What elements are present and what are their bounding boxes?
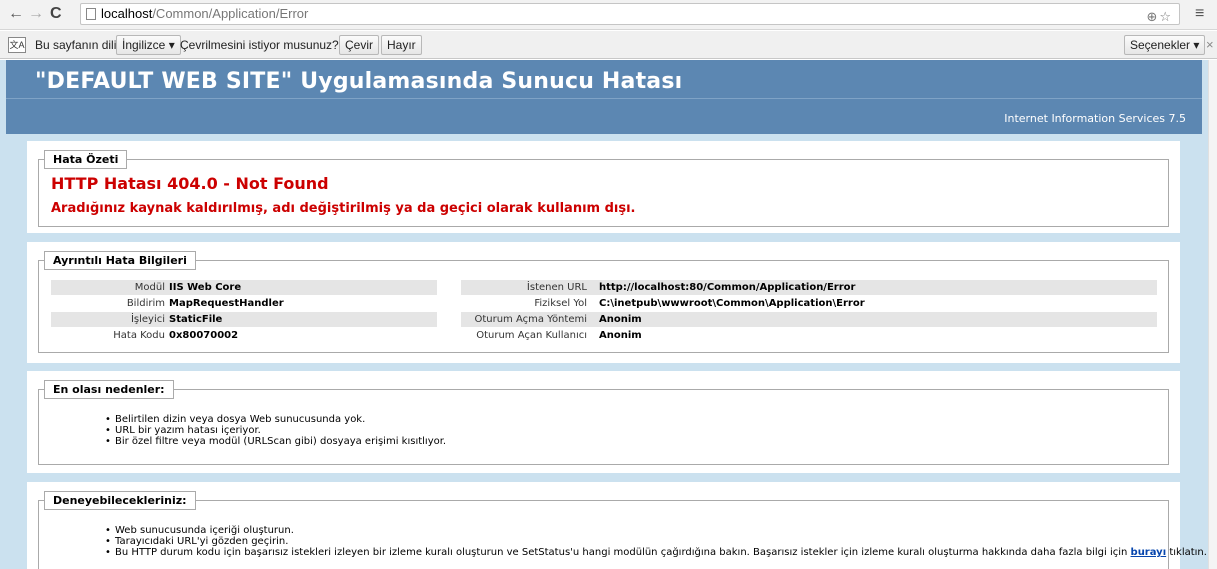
detail-row: Modül IIS Web Core bbox=[51, 280, 437, 295]
detail-label: Oturum Açma Yöntemi bbox=[474, 314, 587, 325]
url-path: /Common/Application/Error bbox=[152, 6, 309, 21]
detail-label: Oturum Açan Kullanıcı bbox=[476, 330, 587, 341]
vertical-scrollbar[interactable] bbox=[1208, 60, 1217, 569]
page-header: "DEFAULT WEB SITE" Uygulamasında Sunucu … bbox=[6, 60, 1202, 134]
list-item-text: Bu HTTP durum kodu için başarısız istekl… bbox=[115, 547, 1128, 558]
list-item: Bu HTTP durum kodu için başarısız istekl… bbox=[105, 547, 1207, 558]
reload-icon[interactable]: C bbox=[50, 5, 62, 23]
translate-icon: 文A bbox=[8, 37, 26, 53]
detail-row: Oturum Açan Kullanıcı Anonim bbox=[461, 328, 1157, 343]
details-legend: Ayrıntılı Hata Bilgileri bbox=[44, 251, 196, 270]
summary-fieldset: Hata Özeti HTTP Hatası 404.0 - Not Found… bbox=[38, 150, 1169, 227]
close-icon[interactable]: × bbox=[1206, 37, 1214, 52]
details-panel: Ayrıntılı Hata Bilgileri Modül IIS Web C… bbox=[27, 242, 1180, 363]
detail-value: IIS Web Core bbox=[169, 282, 242, 293]
detail-value: StaticFile bbox=[169, 314, 223, 325]
url-host: localhost bbox=[101, 6, 153, 21]
detail-value: 0x80070002 bbox=[169, 330, 239, 341]
detail-label: Fiziksel Yol bbox=[534, 298, 587, 309]
tries-fieldset: Deneyebilecekleriniz: Web sunucusunda iç… bbox=[38, 491, 1207, 569]
detail-row: Bildirim MapRequestHandler bbox=[51, 296, 437, 311]
translate-prefix-text: Bu sayfanın dili bbox=[35, 38, 117, 52]
here-link[interactable]: burayı bbox=[1131, 547, 1167, 558]
detail-value: Anonim bbox=[599, 330, 642, 341]
detail-label: Bildirim bbox=[126, 298, 165, 309]
detail-label: İstenen URL bbox=[526, 282, 587, 293]
causes-legend: En olası nedenler: bbox=[44, 380, 174, 399]
summary-legend: Hata Özeti bbox=[44, 150, 128, 169]
translate-question-text: Çevrilmesini istiyor musunuz? bbox=[180, 38, 339, 52]
detail-label: Hata Kodu bbox=[113, 330, 165, 341]
detail-row: Fiziksel Yol C:\inetpub\wwwroot\Common\A… bbox=[461, 296, 1157, 311]
page-title: "DEFAULT WEB SITE" Uygulamasında Sunucu … bbox=[35, 69, 683, 94]
iis-version: Internet Information Services 7.5 bbox=[1004, 112, 1186, 125]
details-fieldset: Ayrıntılı Hata Bilgileri Modül IIS Web C… bbox=[38, 251, 1169, 353]
header-divider bbox=[6, 98, 1202, 99]
language-select[interactable]: İngilizce ▾ bbox=[116, 35, 181, 55]
tries-legend: Deneyebilecekleriniz: bbox=[44, 491, 196, 510]
list-item: Belirtilen dizin veya dosya Web sunucusu… bbox=[105, 414, 446, 425]
list-item-suffix: tıklatın. bbox=[1169, 547, 1207, 558]
list-item: Bir özel filtre veya modül (URLScan gibi… bbox=[105, 436, 446, 447]
no-button[interactable]: Hayır bbox=[381, 35, 422, 55]
causes-panel: En olası nedenler: Belirtilen dizin veya… bbox=[27, 371, 1180, 473]
list-item: Tarayıcıdaki URL'yi gözden geçirin. bbox=[105, 536, 1207, 547]
address-bar[interactable]: localhost/Common/Application/Error ⊕☆ bbox=[80, 3, 1180, 25]
error-message: Aradığınız kaynak kaldırılmış, adı değiş… bbox=[51, 201, 636, 216]
causes-list: Belirtilen dizin veya dosya Web sunucusu… bbox=[105, 414, 446, 447]
translate-infobar: 文A Bu sayfanın dili İngilizce ▾ Çevrilme… bbox=[0, 31, 1217, 59]
options-button[interactable]: Seçenekler ▾ bbox=[1124, 35, 1206, 55]
causes-fieldset: En olası nedenler: Belirtilen dizin veya… bbox=[38, 380, 1169, 465]
detail-value: C:\inetpub\wwwroot\Common\Application\Er… bbox=[599, 298, 865, 309]
page-content: "DEFAULT WEB SITE" Uygulamasında Sunucu … bbox=[0, 60, 1208, 569]
translate-button[interactable]: Çevir bbox=[339, 35, 380, 55]
detail-value: http://localhost:80/Common/Application/E… bbox=[599, 282, 856, 293]
hamburger-menu-icon[interactable]: ≡ bbox=[1195, 5, 1204, 23]
detail-row: Hata Kodu 0x80070002 bbox=[51, 328, 437, 343]
page-icon bbox=[86, 8, 96, 20]
list-item: Web sunucusunda içeriği oluşturun. bbox=[105, 525, 1207, 536]
detail-row: İstenen URL http://localhost:80/Common/A… bbox=[461, 280, 1157, 295]
detail-value: Anonim bbox=[599, 314, 642, 325]
detail-row: Oturum Açma Yöntemi Anonim bbox=[461, 312, 1157, 327]
detail-value: MapRequestHandler bbox=[169, 298, 284, 309]
summary-panel: Hata Özeti HTTP Hatası 404.0 - Not Found… bbox=[27, 141, 1180, 233]
zoom-star-icon[interactable]: ⊕☆ bbox=[1146, 7, 1173, 27]
list-item: URL bir yazım hatası içeriyor. bbox=[105, 425, 446, 436]
detail-row: İşleyici StaticFile bbox=[51, 312, 437, 327]
detail-label: Modül bbox=[134, 282, 165, 293]
forward-arrow-icon[interactable]: → bbox=[28, 5, 44, 23]
tries-list: Web sunucusunda içeriği oluşturun. Taray… bbox=[105, 525, 1207, 558]
browser-toolbar: ← → C localhost/Common/Application/Error… bbox=[0, 0, 1217, 30]
error-title: HTTP Hatası 404.0 - Not Found bbox=[51, 174, 329, 193]
detail-label: İşleyici bbox=[130, 314, 165, 325]
back-arrow-icon[interactable]: ← bbox=[8, 5, 24, 23]
tries-panel: Deneyebilecekleriniz: Web sunucusunda iç… bbox=[27, 482, 1207, 569]
